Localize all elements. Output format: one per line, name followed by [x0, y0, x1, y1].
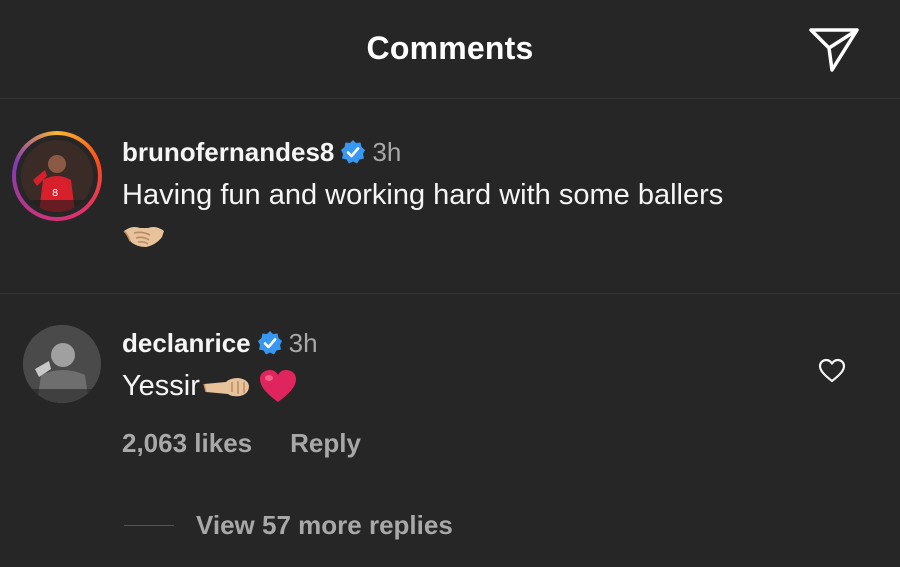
verified-badge-icon: [341, 140, 366, 164]
page-title: Comments: [366, 30, 534, 66]
likes-count[interactable]: 2,063 likes: [122, 428, 252, 458]
comment-meta: 2,063 likes Reply: [122, 428, 361, 459]
player-photo-icon: 8: [21, 140, 93, 212]
username[interactable]: declanrice: [122, 328, 251, 358]
header: Comments: [0, 0, 900, 99]
svg-text:8: 8: [52, 188, 58, 199]
reply-button[interactable]: Reply: [290, 428, 361, 458]
verified-badge-icon: [257, 331, 282, 355]
view-more-replies-button[interactable]: View 57 more replies: [196, 510, 453, 541]
timestamp: 3h: [288, 328, 318, 358]
timestamp: 3h: [372, 137, 402, 167]
replies-divider: [124, 525, 174, 526]
comment-text: Yessir: [122, 369, 200, 402]
comment-text-row: Yessir: [122, 368, 298, 404]
caption-comment: 8 brunofernandes8 3h Having fun and work…: [0, 99, 900, 294]
comment-text: Having fun and working hard with some ba…: [122, 179, 724, 211]
avatar[interactable]: [23, 325, 101, 403]
red-heart-icon: [259, 370, 296, 402]
username[interactable]: brunofernandes8: [122, 137, 334, 167]
comments-screen: Comments 8 brunofernandes8 3h Having fun…: [0, 0, 900, 567]
player-photo-icon: [23, 325, 101, 403]
avatar: 8: [21, 140, 93, 212]
handshake-icon: [123, 227, 164, 247]
send-icon[interactable]: [806, 24, 862, 74]
fist-bump-icon: [203, 378, 249, 397]
story-ring-avatar[interactable]: 8: [12, 131, 102, 221]
reply-comment: declanrice 3h Yessir 2,063 likes Reply Vi: [0, 294, 900, 567]
heart-outline-icon[interactable]: [818, 358, 846, 384]
